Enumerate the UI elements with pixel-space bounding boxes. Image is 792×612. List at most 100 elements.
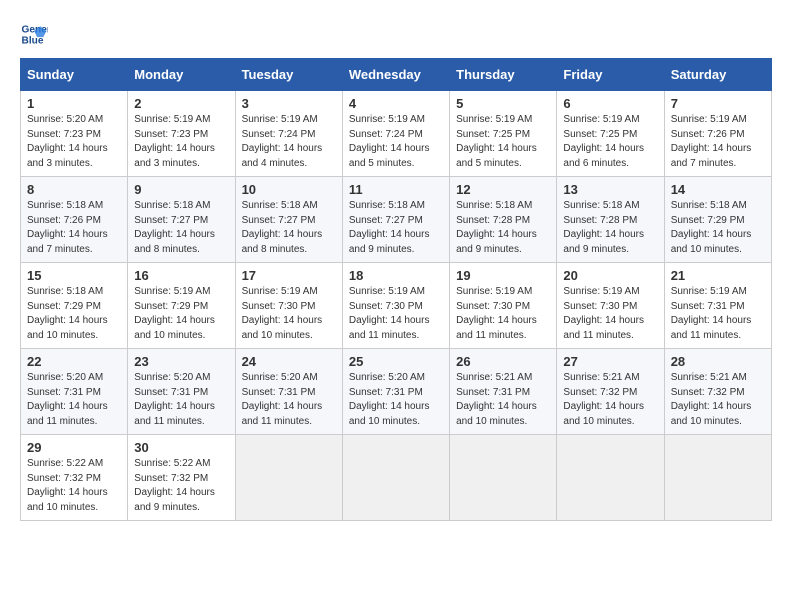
table-row: 23 Sunrise: 5:20 AM Sunset: 7:31 PM Dayl… (128, 349, 235, 435)
day-number: 18 (349, 268, 443, 283)
calendar-table: Sunday Monday Tuesday Wednesday Thursday… (20, 58, 772, 521)
calendar-week-row: 15 Sunrise: 5:18 AM Sunset: 7:29 PM Dayl… (21, 263, 772, 349)
table-row: 29 Sunrise: 5:22 AM Sunset: 7:32 PM Dayl… (21, 435, 128, 521)
day-detail: Sunrise: 5:18 AM Sunset: 7:27 PM Dayligh… (134, 199, 228, 257)
day-number: 5 (456, 96, 550, 111)
header: General Blue (20, 20, 772, 48)
day-number: 7 (671, 96, 765, 111)
table-row: 4 Sunrise: 5:19 AM Sunset: 7:24 PM Dayli… (342, 91, 449, 177)
day-number: 8 (27, 182, 121, 197)
day-number: 11 (349, 182, 443, 197)
day-number: 20 (563, 268, 657, 283)
table-row: 5 Sunrise: 5:19 AM Sunset: 7:25 PM Dayli… (450, 91, 557, 177)
day-detail: Sunrise: 5:20 AM Sunset: 7:31 PM Dayligh… (242, 371, 336, 429)
table-row: 14 Sunrise: 5:18 AM Sunset: 7:29 PM Dayl… (664, 177, 771, 263)
day-number: 23 (134, 354, 228, 369)
header-saturday: Saturday (664, 59, 771, 91)
day-number: 24 (242, 354, 336, 369)
header-sunday: Sunday (21, 59, 128, 91)
day-number: 21 (671, 268, 765, 283)
table-row: 8 Sunrise: 5:18 AM Sunset: 7:26 PM Dayli… (21, 177, 128, 263)
day-number: 13 (563, 182, 657, 197)
table-row: 30 Sunrise: 5:22 AM Sunset: 7:32 PM Dayl… (128, 435, 235, 521)
table-row: 13 Sunrise: 5:18 AM Sunset: 7:28 PM Dayl… (557, 177, 664, 263)
table-row: 18 Sunrise: 5:19 AM Sunset: 7:30 PM Dayl… (342, 263, 449, 349)
day-number: 22 (27, 354, 121, 369)
day-number: 1 (27, 96, 121, 111)
day-number: 14 (671, 182, 765, 197)
day-detail: Sunrise: 5:18 AM Sunset: 7:28 PM Dayligh… (563, 199, 657, 257)
day-detail: Sunrise: 5:19 AM Sunset: 7:24 PM Dayligh… (242, 113, 336, 171)
day-number: 17 (242, 268, 336, 283)
header-wednesday: Wednesday (342, 59, 449, 91)
day-detail: Sunrise: 5:19 AM Sunset: 7:30 PM Dayligh… (563, 285, 657, 343)
day-detail: Sunrise: 5:19 AM Sunset: 7:30 PM Dayligh… (242, 285, 336, 343)
day-detail: Sunrise: 5:18 AM Sunset: 7:28 PM Dayligh… (456, 199, 550, 257)
table-row: 20 Sunrise: 5:19 AM Sunset: 7:30 PM Dayl… (557, 263, 664, 349)
day-number: 28 (671, 354, 765, 369)
day-number: 27 (563, 354, 657, 369)
table-row: 3 Sunrise: 5:19 AM Sunset: 7:24 PM Dayli… (235, 91, 342, 177)
day-number: 15 (27, 268, 121, 283)
table-row: 11 Sunrise: 5:18 AM Sunset: 7:27 PM Dayl… (342, 177, 449, 263)
day-detail: Sunrise: 5:18 AM Sunset: 7:27 PM Dayligh… (349, 199, 443, 257)
table-row: 15 Sunrise: 5:18 AM Sunset: 7:29 PM Dayl… (21, 263, 128, 349)
day-detail: Sunrise: 5:19 AM Sunset: 7:24 PM Dayligh… (349, 113, 443, 171)
table-row: 10 Sunrise: 5:18 AM Sunset: 7:27 PM Dayl… (235, 177, 342, 263)
day-number: 25 (349, 354, 443, 369)
day-detail: Sunrise: 5:18 AM Sunset: 7:27 PM Dayligh… (242, 199, 336, 257)
table-row: 21 Sunrise: 5:19 AM Sunset: 7:31 PM Dayl… (664, 263, 771, 349)
header-tuesday: Tuesday (235, 59, 342, 91)
day-detail: Sunrise: 5:19 AM Sunset: 7:29 PM Dayligh… (134, 285, 228, 343)
day-detail: Sunrise: 5:19 AM Sunset: 7:31 PM Dayligh… (671, 285, 765, 343)
day-number: 12 (456, 182, 550, 197)
table-row: 28 Sunrise: 5:21 AM Sunset: 7:32 PM Dayl… (664, 349, 771, 435)
table-row: 26 Sunrise: 5:21 AM Sunset: 7:31 PM Dayl… (450, 349, 557, 435)
table-row: 17 Sunrise: 5:19 AM Sunset: 7:30 PM Dayl… (235, 263, 342, 349)
day-number: 29 (27, 440, 121, 455)
day-detail: Sunrise: 5:18 AM Sunset: 7:26 PM Dayligh… (27, 199, 121, 257)
day-number: 4 (349, 96, 443, 111)
day-detail: Sunrise: 5:20 AM Sunset: 7:31 PM Dayligh… (27, 371, 121, 429)
calendar-week-row: 8 Sunrise: 5:18 AM Sunset: 7:26 PM Dayli… (21, 177, 772, 263)
table-row: 19 Sunrise: 5:19 AM Sunset: 7:30 PM Dayl… (450, 263, 557, 349)
table-row (235, 435, 342, 521)
table-row: 6 Sunrise: 5:19 AM Sunset: 7:25 PM Dayli… (557, 91, 664, 177)
day-number: 9 (134, 182, 228, 197)
day-detail: Sunrise: 5:20 AM Sunset: 7:31 PM Dayligh… (134, 371, 228, 429)
table-row: 27 Sunrise: 5:21 AM Sunset: 7:32 PM Dayl… (557, 349, 664, 435)
calendar-week-row: 29 Sunrise: 5:22 AM Sunset: 7:32 PM Dayl… (21, 435, 772, 521)
table-row: 25 Sunrise: 5:20 AM Sunset: 7:31 PM Dayl… (342, 349, 449, 435)
table-row: 16 Sunrise: 5:19 AM Sunset: 7:29 PM Dayl… (128, 263, 235, 349)
table-row: 9 Sunrise: 5:18 AM Sunset: 7:27 PM Dayli… (128, 177, 235, 263)
table-row (450, 435, 557, 521)
day-number: 30 (134, 440, 228, 455)
table-row: 22 Sunrise: 5:20 AM Sunset: 7:31 PM Dayl… (21, 349, 128, 435)
table-row (557, 435, 664, 521)
day-detail: Sunrise: 5:19 AM Sunset: 7:25 PM Dayligh… (563, 113, 657, 171)
calendar-week-row: 22 Sunrise: 5:20 AM Sunset: 7:31 PM Dayl… (21, 349, 772, 435)
calendar-week-row: 1 Sunrise: 5:20 AM Sunset: 7:23 PM Dayli… (21, 91, 772, 177)
table-row: 12 Sunrise: 5:18 AM Sunset: 7:28 PM Dayl… (450, 177, 557, 263)
day-detail: Sunrise: 5:22 AM Sunset: 7:32 PM Dayligh… (134, 457, 228, 515)
logo-icon: General Blue (20, 20, 48, 48)
table-row (664, 435, 771, 521)
day-detail: Sunrise: 5:18 AM Sunset: 7:29 PM Dayligh… (671, 199, 765, 257)
day-detail: Sunrise: 5:19 AM Sunset: 7:30 PM Dayligh… (349, 285, 443, 343)
day-detail: Sunrise: 5:19 AM Sunset: 7:30 PM Dayligh… (456, 285, 550, 343)
day-detail: Sunrise: 5:18 AM Sunset: 7:29 PM Dayligh… (27, 285, 121, 343)
weekday-header-row: Sunday Monday Tuesday Wednesday Thursday… (21, 59, 772, 91)
day-detail: Sunrise: 5:21 AM Sunset: 7:32 PM Dayligh… (563, 371, 657, 429)
day-detail: Sunrise: 5:20 AM Sunset: 7:23 PM Dayligh… (27, 113, 121, 171)
day-number: 6 (563, 96, 657, 111)
day-detail: Sunrise: 5:21 AM Sunset: 7:31 PM Dayligh… (456, 371, 550, 429)
logo: General Blue (20, 20, 52, 48)
table-row: 1 Sunrise: 5:20 AM Sunset: 7:23 PM Dayli… (21, 91, 128, 177)
day-number: 10 (242, 182, 336, 197)
table-row: 24 Sunrise: 5:20 AM Sunset: 7:31 PM Dayl… (235, 349, 342, 435)
day-detail: Sunrise: 5:21 AM Sunset: 7:32 PM Dayligh… (671, 371, 765, 429)
day-number: 3 (242, 96, 336, 111)
header-thursday: Thursday (450, 59, 557, 91)
table-row: 2 Sunrise: 5:19 AM Sunset: 7:23 PM Dayli… (128, 91, 235, 177)
table-row: 7 Sunrise: 5:19 AM Sunset: 7:26 PM Dayli… (664, 91, 771, 177)
